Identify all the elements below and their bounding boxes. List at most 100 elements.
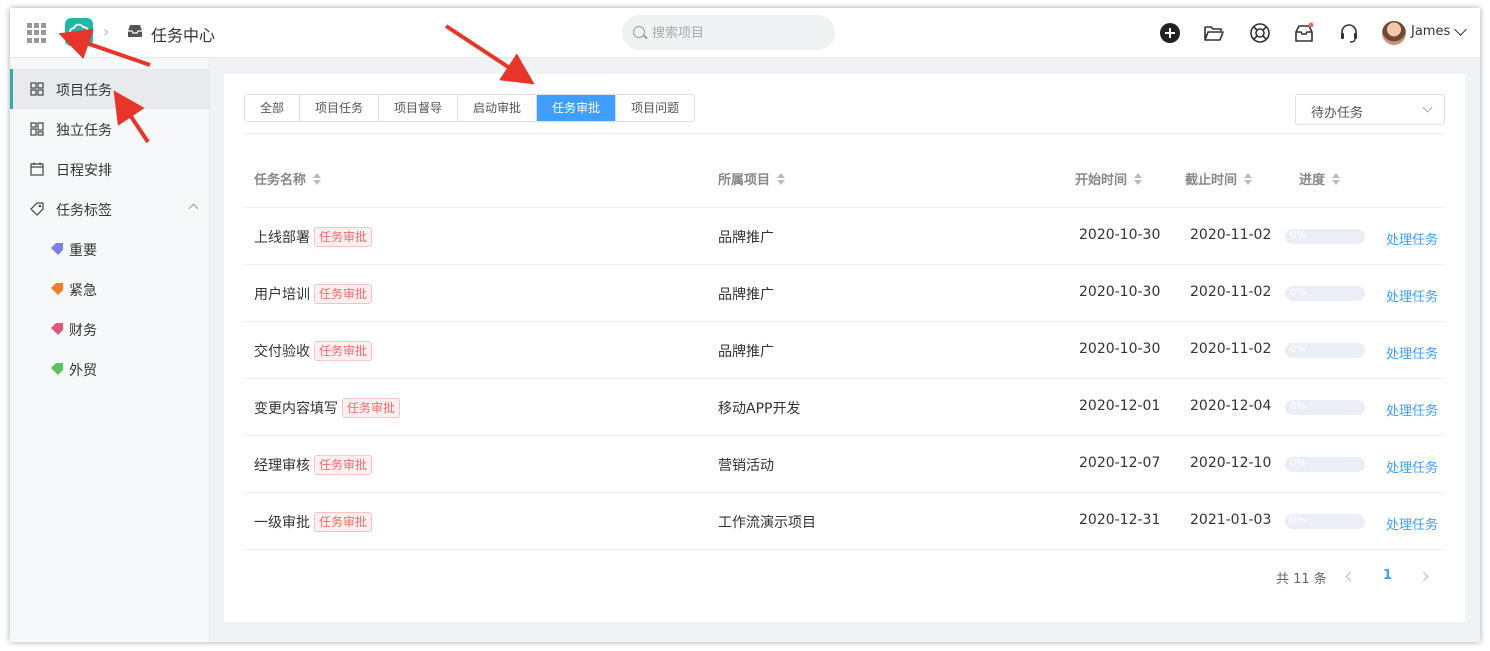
add-circle-icon[interactable]	[1159, 22, 1181, 44]
sort-icon[interactable]	[312, 172, 322, 185]
end-date-cell: 2020-11-02	[1190, 341, 1272, 357]
avatar[interactable]	[1382, 21, 1406, 45]
table-row: 经理审核 任务审批 营销活动 2020-12-07 2020-12-10 0% 处理任务	[243, 436, 1445, 493]
sidebar-tag-urgent[interactable]: 紧急	[10, 269, 209, 309]
sidebar-item-task-tags[interactable]: 任务标签	[10, 189, 209, 229]
sort-icon[interactable]	[1243, 172, 1253, 185]
sort-icon[interactable]	[1331, 172, 1341, 185]
divider	[244, 133, 1444, 134]
project-cell: 移动APP开发	[718, 401, 801, 417]
sidebar-tag-foreign-trade[interactable]: 外贸	[10, 349, 209, 389]
help-ring-icon[interactable]	[1249, 22, 1271, 44]
start-date-cell: 2020-10-30	[1079, 227, 1161, 243]
column-header-start-time[interactable]: 开始时间	[1075, 169, 1143, 188]
progress-bar: 0%	[1285, 400, 1365, 415]
select-value: 待办任务	[1311, 106, 1364, 121]
task-card: 全部 项目任务 项目督导 启动审批 任务审批 项目问题 待办任务 任务名称 所属…	[224, 74, 1465, 622]
chevron-down-icon[interactable]	[1454, 23, 1467, 36]
start-date-cell: 2020-12-31	[1079, 512, 1161, 528]
tab-task-approval[interactable]: 任务审批	[537, 95, 617, 121]
task-name[interactable]: 交付验收	[254, 344, 310, 360]
start-date-cell: 2020-12-07	[1079, 455, 1161, 471]
tab-project-issues[interactable]: 项目问题	[616, 95, 694, 121]
process-task-link[interactable]: 处理任务	[1386, 343, 1438, 362]
sidebar-item-label: 独立任务	[56, 123, 112, 139]
table-row: 用户培训 任务审批 品牌推广 2020-10-30 2020-11-02 0% 处理任务	[243, 265, 1445, 322]
end-date-cell: 2020-12-10	[1190, 455, 1272, 471]
tag-label: 紧急	[69, 283, 97, 299]
task-name[interactable]: 变更内容填写	[254, 401, 338, 417]
task-name[interactable]: 一级审批	[254, 515, 310, 531]
sidebar-item-schedule[interactable]: 日程安排	[10, 149, 209, 189]
sort-icon[interactable]	[1133, 172, 1143, 185]
tab-project-supervision[interactable]: 项目督导	[379, 95, 459, 121]
task-filter-select[interactable]: 待办任务	[1295, 94, 1445, 125]
progress-bar: 0%	[1285, 286, 1365, 301]
process-task-link[interactable]: 处理任务	[1386, 229, 1438, 248]
sidebar-tag-important[interactable]: 重要	[10, 229, 209, 269]
task-name-cell: 交付验收 任务审批	[254, 341, 373, 361]
tab-start-approval[interactable]: 启动审批	[458, 95, 538, 121]
sidebar-tag-finance[interactable]: 财务	[10, 309, 209, 349]
status-badge: 任务审批	[314, 341, 373, 361]
calendar-icon	[30, 162, 44, 176]
project-cell: 品牌推广	[718, 230, 774, 246]
task-name-cell: 用户培训 任务审批	[254, 284, 373, 304]
notification-box-icon[interactable]	[1293, 22, 1315, 44]
chevron-up-icon[interactable]	[188, 203, 199, 214]
task-name-cell: 上线部署 任务审批	[254, 227, 373, 247]
tag-icon	[30, 202, 44, 216]
cloud-logo-icon[interactable]	[65, 18, 93, 46]
tag-icon	[51, 363, 63, 375]
status-badge: 任务审批	[314, 284, 373, 304]
tab-all[interactable]: 全部	[245, 95, 301, 121]
chevron-right-icon[interactable]	[1418, 571, 1429, 582]
chevron-left-icon[interactable]	[1345, 571, 1356, 582]
column-header-project[interactable]: 所属项目	[718, 169, 786, 188]
task-name-cell: 变更内容填写 任务审批	[254, 398, 401, 418]
pagination-total: 共 11 条	[1276, 572, 1327, 587]
sidebar-item-label: 日程安排	[56, 163, 112, 179]
task-name[interactable]: 上线部署	[254, 230, 310, 246]
sort-icon[interactable]	[776, 172, 786, 185]
inbox-icon	[128, 25, 142, 37]
search-input[interactable]	[652, 23, 822, 43]
process-task-link[interactable]: 处理任务	[1386, 457, 1438, 476]
tag-label: 财务	[69, 323, 97, 339]
process-task-link[interactable]: 处理任务	[1386, 400, 1438, 419]
progress-bar: 0%	[1285, 514, 1365, 529]
sidebar-item-project-tasks[interactable]: 项目任务	[10, 69, 209, 109]
column-header-task-name[interactable]: 任务名称	[254, 169, 322, 188]
project-cell: 营销活动	[718, 458, 774, 474]
task-name[interactable]: 用户培训	[254, 287, 310, 303]
column-header-progress[interactable]: 进度	[1299, 169, 1341, 188]
chevron-down-icon	[1422, 102, 1433, 113]
project-cell: 品牌推广	[718, 287, 774, 303]
process-task-link[interactable]: 处理任务	[1386, 514, 1438, 533]
status-badge: 任务审批	[342, 398, 401, 418]
process-task-link[interactable]: 处理任务	[1386, 286, 1438, 305]
tab-project-tasks[interactable]: 项目任务	[300, 95, 380, 121]
user-name: James	[1411, 24, 1451, 39]
page-number[interactable]: 1	[1383, 568, 1392, 583]
tag-label: 重要	[69, 243, 97, 259]
breadcrumb-chevron-icon: ›	[103, 22, 110, 41]
folder-open-icon[interactable]	[1203, 22, 1225, 44]
apps-grid-icon[interactable]	[27, 23, 47, 43]
top-bar: › 任务中心 James	[10, 8, 1480, 58]
status-badge: 任务审批	[314, 455, 373, 475]
search-icon	[633, 26, 645, 38]
task-name[interactable]: 经理审核	[254, 458, 310, 474]
progress-bar: 0%	[1285, 229, 1365, 244]
column-header-end-time[interactable]: 截止时间	[1185, 169, 1253, 188]
search-box[interactable]	[622, 15, 835, 50]
task-name-cell: 经理审核 任务审批	[254, 455, 373, 475]
table-row: 上线部署 任务审批 品牌推广 2020-10-30 2020-11-02 0% 处理任务	[243, 208, 1445, 265]
status-badge: 任务审批	[314, 512, 373, 532]
sidebar-item-label: 任务标签	[56, 203, 112, 219]
headset-icon[interactable]	[1338, 22, 1360, 44]
tag-label: 外贸	[69, 363, 97, 379]
progress-text: 0%	[1290, 287, 1306, 298]
project-cell: 工作流演示项目	[718, 515, 816, 531]
sidebar-item-independent-tasks[interactable]: 独立任务	[10, 109, 209, 149]
